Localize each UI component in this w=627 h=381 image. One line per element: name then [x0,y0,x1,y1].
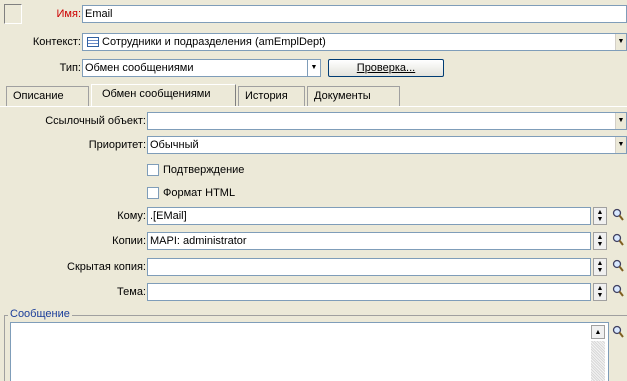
to-search-icon[interactable] [612,208,624,222]
arrow-up-icon: ▲ [594,328,602,336]
message-search-icon[interactable] [612,325,624,339]
spin-icon: ▲ ▼ [596,234,604,248]
tab-documents[interactable]: Документы [307,86,400,106]
context-label: Контекст: [32,36,81,48]
priority-label: Приоритет: [88,139,146,151]
type-select[interactable]: Обмен сообщениями ▼ [82,59,321,77]
type-dropdown-button[interactable]: ▼ [307,60,320,76]
ref-object-label: Ссылочный объект: [45,115,146,127]
bcc-label: Скрытая копия: [67,261,146,273]
type-label: Тип: [59,62,81,74]
bcc-search-icon[interactable] [612,259,624,273]
html-format-checkbox[interactable] [147,187,159,199]
confirm-label: Подтверждение [163,164,245,176]
context-field[interactable]: Сотрудники и подразделения (amEmplDept) … [82,33,627,51]
bcc-field[interactable] [147,258,591,276]
subject-spin-button[interactable]: ▲ ▼ [593,283,607,301]
to-spin-button[interactable]: ▲ ▼ [593,207,607,225]
cc-label: Копии: [112,235,146,247]
message-scrollbar-track[interactable] [591,341,605,381]
html-format-label: Формат HTML [163,187,236,199]
name-label: Имя: [56,8,81,20]
priority-select[interactable]: Обычный ▼ [147,136,627,154]
cc-field[interactable]: MAPI: administrator [147,232,591,250]
subject-field[interactable] [147,283,591,301]
to-field[interactable]: .[EMail] [147,207,591,225]
message-textarea[interactable] [10,322,609,381]
check-button[interactable]: Проверка... [328,59,444,77]
spin-icon: ▲ ▼ [596,209,604,223]
context-dropdown-button[interactable]: ▼ [615,34,626,50]
chevron-down-icon: ▼ [617,141,625,148]
tab-description[interactable]: Описание [6,86,89,106]
context-value: Сотрудники и подразделения (amEmplDept) [102,36,326,48]
spin-icon: ▲ ▼ [596,285,604,299]
chevron-down-icon: ▼ [617,38,625,45]
to-label: Кому: [117,210,146,222]
chevron-down-icon: ▼ [310,64,318,71]
chevron-down-icon: ▼ [617,117,625,124]
ref-object-select[interactable]: ▼ [147,112,627,130]
cc-search-icon[interactable] [612,233,624,247]
bcc-spin-button[interactable]: ▲ ▼ [593,258,607,276]
cc-spin-button[interactable]: ▲ ▼ [593,232,607,250]
subject-label: Тема: [117,286,146,298]
name-field[interactable]: Email [82,5,627,23]
tab-history[interactable]: История [238,86,305,106]
subject-search-icon[interactable] [612,284,624,298]
priority-dropdown-button[interactable]: ▼ [615,137,626,153]
record-indicator [4,4,22,24]
spin-icon: ▲ ▼ [596,260,604,274]
message-label: Сообщение [8,307,72,321]
tab-strip-line [0,106,627,107]
table-icon [87,37,99,48]
type-value: Обмен сообщениями [85,62,194,74]
confirm-checkbox[interactable] [147,164,159,176]
message-scroll-up-button[interactable]: ▲ [591,325,605,339]
tab-messaging[interactable]: Обмен сообщениями [91,84,236,106]
ref-object-dropdown-button[interactable]: ▼ [615,113,626,129]
